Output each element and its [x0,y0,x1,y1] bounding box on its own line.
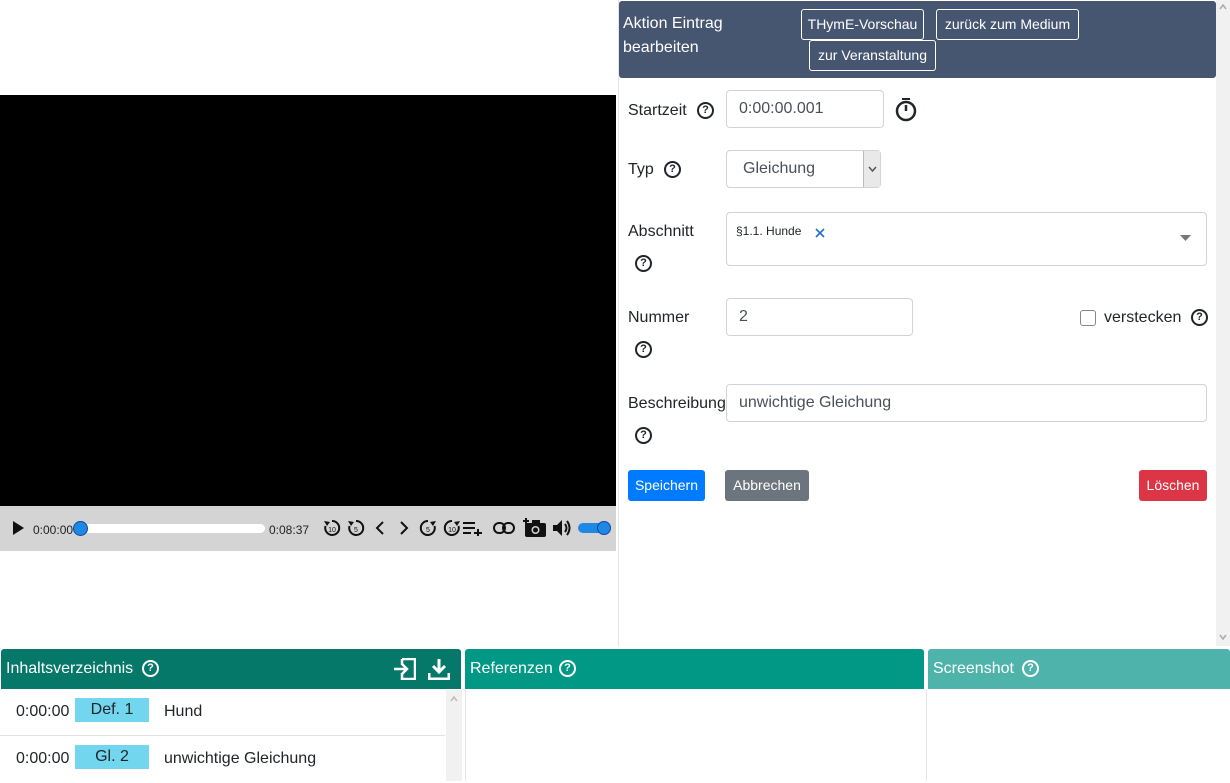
chevron-down-icon[interactable] [863,151,880,187]
help-icon[interactable]: ? [635,341,652,358]
start-time-label: Startzeit [628,102,687,119]
current-time: 0:00:00 [33,523,74,537]
screenshot-title: Screenshot [933,660,1014,677]
toc-title: Inhaltsverzeichnis [6,660,134,677]
camera-add-icon[interactable] [523,517,547,539]
toc-time: 0:00:00 [16,703,70,720]
download-icon[interactable] [428,658,450,680]
toc-badge: Def. 1 [75,698,149,722]
forward-5-icon[interactable]: 5 [417,517,439,539]
back-to-medium-button[interactable]: zurück zum Medium [936,9,1079,40]
type-select[interactable]: Gleichung [726,150,881,188]
volume-handle[interactable] [597,521,611,535]
section-tag: §1.1. Hunde [736,224,802,238]
svg-text:5: 5 [354,527,358,534]
screenshot-content [926,690,1230,781]
remove-tag-icon[interactable] [815,228,825,238]
toc-list: 0:00:00 Def. 1 Hund 0:00:00 Gl. 2 unwich… [0,690,462,781]
references-content [465,690,924,781]
toc-text: Hund [164,703,203,720]
screenshot-panel-header: Screenshot ? [928,649,1230,689]
progress-bar[interactable] [75,524,265,533]
chevron-left-icon[interactable] [369,517,391,539]
section-label: Abschnitt [628,223,694,240]
caret-down-icon[interactable] [1180,235,1191,241]
edit-title: Aktion Eintrag bearbeiten [623,15,723,56]
delete-button[interactable]: Löschen [1139,470,1207,501]
toc-time: 0:00:00 [16,750,70,767]
list-item[interactable]: 0:00:00 Gl. 2 unwichtige Gleichung [0,737,445,783]
help-icon[interactable]: ? [1191,309,1208,326]
help-icon[interactable]: ? [635,427,652,444]
description-label: Beschreibung [628,395,726,412]
save-button[interactable]: Speichern [628,470,705,501]
chevron-right-icon[interactable] [393,517,415,539]
stopwatch-icon[interactable] [895,98,917,122]
play-icon[interactable] [7,517,29,539]
hide-label: verstecken [1104,309,1182,326]
description-input[interactable]: unwichtige Gleichung [726,384,1207,422]
toc-panel-header: Inhaltsverzeichnis ? [1,649,461,689]
video-controls: 0:00:00 0:08:37 10 5 5 10 [0,506,616,551]
hide-checkbox[interactable] [1080,310,1096,326]
help-icon[interactable]: ? [697,102,714,119]
number-label: Nummer [628,309,690,326]
rewind-10-icon[interactable]: 10 [321,517,343,539]
import-icon[interactable] [394,658,416,680]
references-title: Referenzen [470,660,553,677]
cancel-button[interactable]: Abbrechen [725,470,809,501]
toc-scrollbar[interactable] [446,690,462,781]
svg-text:5: 5 [426,527,430,534]
rewind-5-icon[interactable]: 5 [345,517,367,539]
references-panel-header: Referenzen ? [465,649,924,689]
help-icon[interactable]: ? [1022,660,1039,677]
edit-header: Aktion Eintrag bearbeiten THymE-Vorschau… [619,1,1216,78]
svg-text:10: 10 [448,527,456,534]
video-player[interactable] [0,95,616,506]
number-input[interactable]: 2 [726,298,913,336]
section-multiselect[interactable]: §1.1. Hunde [726,212,1207,266]
link-icon[interactable] [492,517,516,539]
type-label: Typ [628,161,654,178]
list-item[interactable]: 0:00:00 Def. 1 Hund [0,690,445,736]
start-time-input[interactable]: 0:00:00.001 [726,90,884,128]
forward-10-icon[interactable]: 10 [441,517,463,539]
help-icon[interactable]: ? [664,161,681,178]
svg-text:10: 10 [328,527,336,534]
volume-icon[interactable] [551,517,573,539]
toc-text: unwichtige Gleichung [164,750,317,767]
playlist-add-icon[interactable] [461,517,485,539]
to-event-button[interactable]: zur Veranstaltung [809,40,936,71]
help-icon[interactable]: ? [635,255,652,272]
help-icon[interactable]: ? [559,660,576,677]
help-icon[interactable]: ? [142,660,159,677]
preview-button[interactable]: THymE-Vorschau [801,9,924,40]
scrollbar[interactable] [1216,0,1230,646]
type-select-value: Gleichung [743,160,816,177]
duration-time: 0:08:37 [269,523,310,537]
progress-handle[interactable] [73,521,88,536]
toc-badge: Gl. 2 [75,745,149,769]
